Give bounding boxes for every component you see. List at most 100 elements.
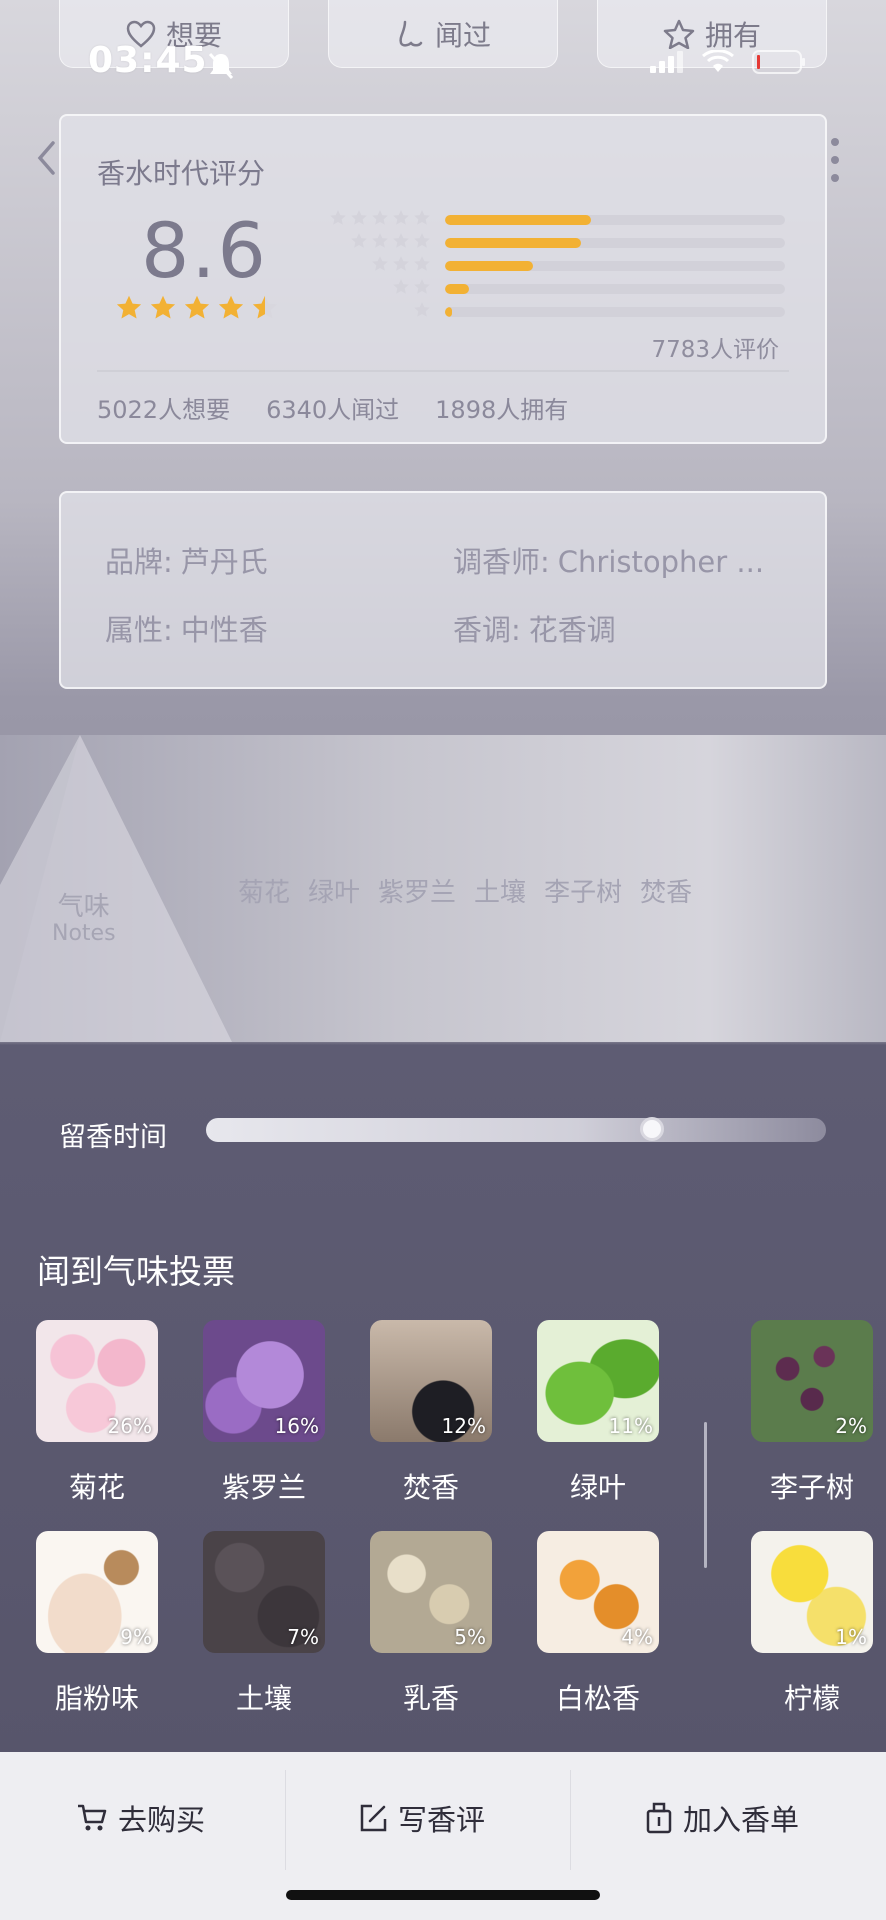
small-star-icon: [392, 255, 410, 277]
edit-icon: [360, 1804, 387, 1832]
distribution-row: [325, 277, 785, 300]
distribution-track: [445, 237, 785, 248]
distribution-fill: [445, 283, 469, 294]
scroll-indicator: [704, 1422, 707, 1568]
note-item[interactable]: 李子树: [544, 872, 622, 909]
vote-card-frankincense[interactable]: 5% 乳香: [370, 1531, 492, 1717]
small-star-icon: [371, 232, 389, 254]
vote-card-chrysanthemum[interactable]: 26% 菊花: [36, 1320, 158, 1506]
gender-key: 属性:: [105, 613, 173, 647]
vote-card-plum-tree[interactable]: 2% 李子树: [751, 1320, 873, 1506]
bottle-icon: [646, 1802, 672, 1834]
buy-label: 去购买: [118, 1803, 206, 1837]
vote-card-lemon[interactable]: 1% 柠檬: [751, 1531, 873, 1717]
rating-star-icon: [149, 294, 177, 326]
notes-title: 气味 Notes: [52, 893, 116, 946]
vote-name: 乳香: [402, 1682, 459, 1715]
distribution-row: [325, 231, 785, 254]
distribution-stars: [325, 278, 445, 300]
vote-pct: 1%: [835, 1625, 867, 1649]
want-count: 5022人想要: [97, 396, 231, 424]
vote-card-incense[interactable]: 12% 焚香: [370, 1320, 492, 1506]
small-star-icon: [413, 301, 431, 323]
small-star-icon: [413, 232, 431, 254]
vote-pct: 9%: [120, 1625, 152, 1649]
nose-icon: [399, 20, 423, 47]
smelled-button[interactable]: 闻过: [328, 0, 558, 68]
distribution-track: [445, 260, 785, 271]
distribution-row: [325, 208, 785, 231]
rating-stars: [115, 294, 279, 326]
plum-tree-image: 2%: [751, 1320, 873, 1442]
cellular-icon: [650, 51, 683, 73]
vote-card-powdery[interactable]: 9% 脂粉味: [36, 1531, 158, 1717]
vote-pct: 4%: [621, 1625, 653, 1649]
gender-field: 属性: 中性香: [105, 607, 268, 649]
longevity-slider[interactable]: [206, 1117, 826, 1142]
vote-name: 焚香: [402, 1471, 459, 1504]
vote-card-green-leaf[interactable]: 11% 绿叶: [537, 1320, 659, 1506]
write-review-button[interactable]: 写香评: [358, 1792, 485, 1844]
divider: [570, 1770, 571, 1870]
distribution-fill: [445, 260, 534, 271]
family-field: 香调: 花香调: [453, 607, 616, 649]
vote-name: 脂粉味: [54, 1682, 139, 1715]
rating-stats: 5022人想要 6340人闻过 1898人拥有: [97, 390, 568, 425]
notes-list: 菊花 绿叶 紫罗兰 土壤 李子树 焚香: [238, 872, 692, 909]
perfumer-field[interactable]: 调香师: Christopher ...: [453, 539, 764, 581]
rating-card: 香水时代评分 8.6 7783人评价 5022人想要 6340人闻过 1898人…: [59, 114, 827, 444]
divider: [97, 370, 789, 372]
chrysanthemum-image: 26%: [36, 1320, 158, 1442]
vote-title: 闻到气味投票: [37, 1252, 235, 1291]
note-item[interactable]: 菊花: [238, 872, 290, 909]
note-item[interactable]: 土壤: [474, 872, 526, 909]
small-star-icon: [329, 209, 347, 231]
small-star-icon: [413, 255, 431, 277]
small-star-icon: [413, 278, 431, 300]
write-review-label: 写香评: [398, 1803, 486, 1837]
vote-card-soil[interactable]: 7% 土壤: [203, 1531, 325, 1717]
small-star-icon: [371, 255, 389, 277]
rating-star-icon: [217, 294, 245, 326]
gender-value: 中性香: [180, 613, 268, 647]
distribution-row: [325, 254, 785, 277]
note-item[interactable]: 绿叶: [308, 872, 360, 909]
vote-pct: 16%: [274, 1414, 319, 1438]
info-card: 品牌: 芦丹氏 调香师: Christopher ... 属性: 中性香 香调: 花香调: [59, 491, 827, 689]
note-item[interactable]: 焚香: [640, 872, 692, 909]
star-icon: [663, 19, 695, 49]
vote-name: 紫罗兰: [221, 1471, 306, 1504]
vote-name: 李子树: [769, 1471, 854, 1504]
note-item[interactable]: 紫罗兰: [378, 872, 456, 909]
vote-pct: 12%: [441, 1414, 486, 1438]
add-to-list-button[interactable]: 加入香单: [645, 1792, 799, 1844]
brand-field[interactable]: 品牌: 芦丹氏: [105, 539, 268, 581]
more-icon[interactable]: [828, 136, 842, 184]
vote-card-violet[interactable]: 16% 紫罗兰: [203, 1320, 325, 1506]
smelled-count: 6340人闻过: [266, 396, 400, 424]
longevity-thumb[interactable]: [640, 1117, 665, 1141]
notes-title-zh: 气味: [57, 892, 110, 922]
notes-subtitle: Notes: [52, 920, 116, 946]
wifi-icon: [702, 50, 734, 72]
small-star-icon: [350, 209, 368, 231]
soil-image: 7%: [203, 1531, 325, 1653]
family-value: 花香调: [528, 613, 616, 647]
owned-count: 1898人拥有: [435, 396, 569, 424]
silent-bell-icon: [208, 52, 234, 80]
vote-card-galbanum[interactable]: 4% 白松香: [537, 1531, 659, 1717]
distribution-fill: [445, 214, 592, 225]
perfumer-key: 调香师:: [453, 545, 550, 579]
small-star-icon: [371, 209, 389, 231]
distribution-track: [445, 306, 785, 317]
add-to-list-label: 加入香单: [683, 1803, 800, 1837]
pyramid-decoration: [0, 735, 232, 1042]
back-icon[interactable]: [36, 140, 56, 176]
buy-button[interactable]: 去购买: [76, 1792, 205, 1844]
small-star-icon: [392, 209, 410, 231]
small-star-icon: [413, 209, 431, 231]
distribution-fill: [445, 306, 452, 317]
vote-name: 土壤: [235, 1682, 292, 1715]
powdery-image: 9%: [36, 1531, 158, 1653]
distribution-fill: [445, 237, 581, 248]
